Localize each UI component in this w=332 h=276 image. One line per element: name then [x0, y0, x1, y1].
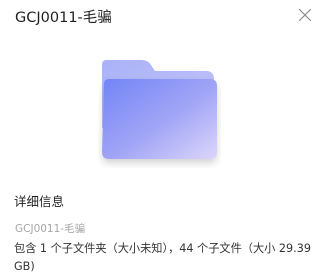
folder-icon	[102, 60, 217, 159]
details-heading: 详细信息	[14, 194, 65, 209]
folder-contents-summary: 包含 1 个子文件夹（大小未知），44 个子文件（大小 29.39 GB)	[14, 242, 311, 273]
close-button[interactable]	[297, 7, 313, 23]
panel-title: GCJ0011-毛骗	[15, 10, 112, 26]
folder-preview	[98, 58, 221, 168]
close-icon[interactable]	[297, 7, 313, 23]
folder-details-panel: GCJ0011-毛骗 详细信息 GCJ0011-毛骗 包含 1 个子文件夹（大小…	[0, 0, 332, 276]
folder-name: GCJ0011-毛骗	[15, 223, 86, 235]
